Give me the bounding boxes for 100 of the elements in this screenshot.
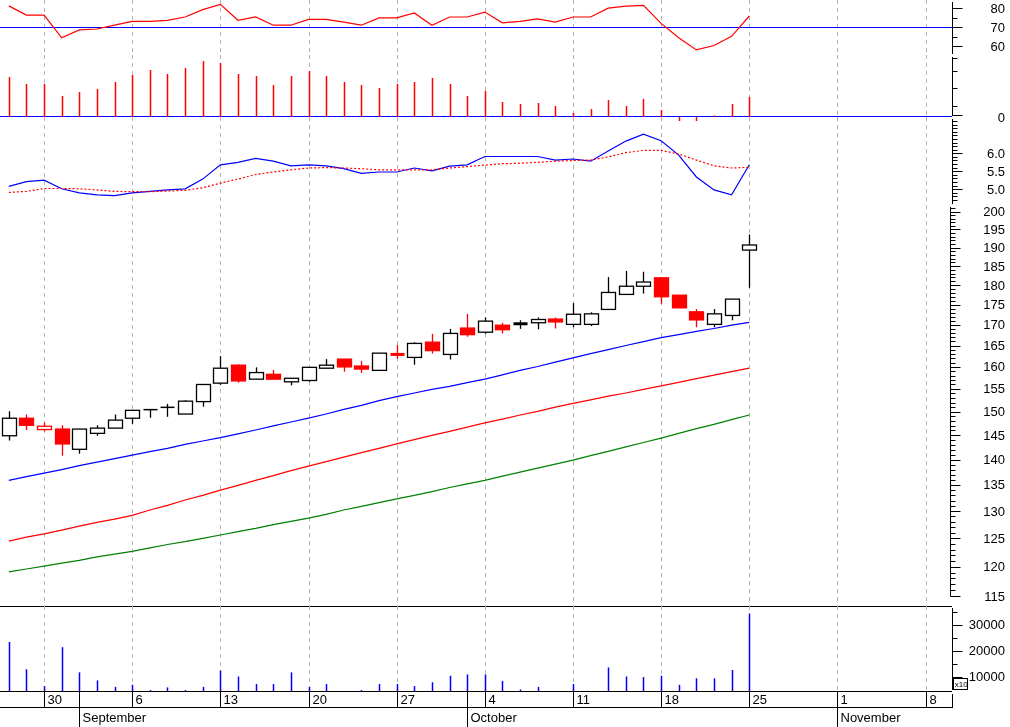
histogram-bar [695,117,698,121]
histogram-bar [219,63,222,117]
axis-label: 155 [983,381,1005,397]
histogram-bar [678,117,681,121]
histogram-bar [501,102,504,117]
candlestick [741,233,758,289]
axis-label: 195 [983,222,1005,237]
histogram-bar [290,76,293,117]
axis-label: 30000 [968,617,1005,633]
candlestick [706,308,723,328]
axis-label: 130 [983,503,1005,519]
histogram-bar [114,82,117,117]
histogram-bar [396,84,399,117]
histogram-bar [731,104,734,117]
histogram-bar [255,76,258,117]
volume-bar [308,686,311,691]
histogram-bar [308,71,311,117]
axis-label: 70 [990,19,1005,35]
date-label: 20 [312,692,327,707]
axis-label: 120 [983,559,1005,575]
histogram-bar [413,82,416,117]
volume-bar [25,669,28,691]
volume-bar [660,675,663,691]
histogram-bar [554,106,557,117]
volume-bar [237,676,240,691]
volume-bar [484,674,487,691]
histogram-bar [131,75,134,117]
y-axis [952,56,963,117]
month-label: September [82,710,147,725]
volume-bar [678,684,681,691]
axis-label: 5.0 [986,181,1005,197]
histogram-bar [378,88,381,117]
multiplier-label: x10 [953,678,968,690]
axis-label: 80 [990,1,1005,16]
histogram-bar [572,113,575,117]
volume-bar [219,670,222,691]
histogram-bar [8,77,11,117]
histogram-bar [325,76,328,117]
volume-bar [431,682,434,691]
histogram-bar [43,84,46,117]
histogram-bar [519,104,522,117]
axis-label: 6.0 [986,145,1005,161]
volume-bar [290,672,293,691]
histogram-bar [272,85,275,117]
volume-bar [272,684,275,691]
volume-bar [501,680,504,691]
axis-label: 175 [983,297,1005,313]
histogram-bar [484,91,487,117]
date-label: 25 [752,692,767,707]
date-label: 18 [664,692,679,707]
volume-bar [625,676,628,691]
axis-label: 160 [983,359,1005,375]
axis-label: 190 [983,240,1005,256]
date-label: 8 [929,692,937,707]
histogram-bar [61,96,64,117]
histogram-bar [625,106,628,117]
axis-label: 115 [984,588,1005,604]
volume-bar [8,642,11,691]
volume-bar [466,674,469,691]
volume-bar [61,647,64,691]
histogram-bar [466,96,469,117]
volume-bar [572,684,575,691]
volume-bar [378,684,381,691]
candlestick [336,358,353,373]
date-label: 11 [576,692,590,707]
histogram-bar [360,85,363,117]
volume-bar [43,686,46,691]
volume-bar [413,686,416,691]
month-label: October [470,710,517,725]
candlestick [635,271,652,295]
volume-bar [78,672,81,691]
candlestick [513,319,528,330]
axis-label: 135 [983,477,1005,493]
volume-bar [114,686,117,691]
volume-bar [202,686,205,691]
histogram-bar [78,92,81,117]
axis-label: 150 [983,404,1005,420]
histogram-bar [149,70,152,117]
axis-label: 10000 [968,669,1005,684]
candlestick [688,308,705,328]
y-axis [952,1,963,55]
histogram-bar [431,78,434,117]
histogram-bar [96,89,99,117]
candlestick [107,413,124,429]
volume-bar [607,667,610,691]
volume-bar [713,678,716,691]
axis-label: 60 [990,38,1005,54]
candlestick [265,369,282,380]
volume-bar [166,687,169,691]
histogram-bar [237,74,240,117]
axis-label: 165 [983,338,1005,353]
axis-label: 140 [983,452,1005,468]
candlestick [159,403,176,418]
date-label: 13 [223,692,238,707]
month-label: November [840,710,901,725]
date-label: 4 [488,692,496,707]
axis-label: 185 [983,258,1005,274]
axis-label: 170 [983,317,1005,333]
histogram-bar [590,109,593,117]
axis-label: 145 [983,427,1005,443]
